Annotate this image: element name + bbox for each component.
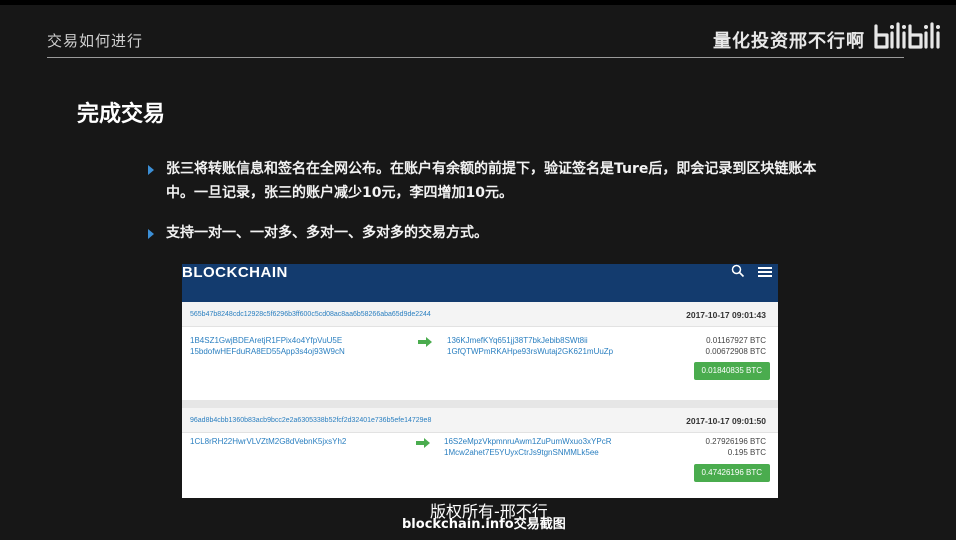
top-black-bar	[0, 0, 956, 5]
bullet-arrow-icon	[148, 229, 154, 239]
transaction-card: 565b47b8248cdc12928c5f6296b3ff600c5cd08a…	[182, 302, 778, 408]
transaction-hash-link[interactable]: 565b47b8248cdc12928c5f6296b3ff600c5cd08a…	[190, 311, 431, 318]
arrow-right-icon	[416, 438, 430, 448]
bullet-text: 张三将转账信息和签名在全网公布。在账户有余额的前提下，验证签名是Ture后，即会…	[166, 161, 817, 201]
output-amount: 0.01167927 BTC	[706, 336, 766, 345]
header-divider	[47, 57, 904, 58]
output-amount: 0.00672908 BTC	[705, 347, 767, 356]
bullet-item: 张三将转账信息和签名在全网公布。在账户有余额的前提下，验证签名是Ture后，即会…	[148, 157, 828, 207]
hamburger-menu-icon[interactable]	[758, 267, 772, 278]
screenshot-caption: blockchain.info交易截图	[402, 517, 566, 532]
total-amount-button[interactable]: 0.01840835 BTC	[693, 362, 770, 380]
section-title: 交易如何进行	[47, 32, 144, 50]
input-address-link[interactable]: 1B4SZ1GwjBDEAretjR1FPix4o4YfpVuU5E	[190, 335, 342, 346]
blockchain-screenshot: BLOCKCHAIN 565b47b8248cdc12928c5f6296b3f…	[182, 264, 778, 498]
input-address-link[interactable]: 15bdofwHEFduRA8ED55App3s4oj93W9cN	[190, 346, 345, 357]
input-address-link[interactable]: 1CL8rRH22HwrVLVZtM2G8dVebnK5jxsYh2	[190, 436, 346, 447]
transaction-time: 2017-10-17 09:01:43	[686, 310, 766, 320]
bilibili-logo	[874, 22, 940, 49]
output-address-link[interactable]: 16S2eMpzVkpmnruAwm1ZuPumWxuo3xYPcR	[444, 436, 611, 447]
total-amount-button[interactable]: 0.47426196 BTC	[693, 464, 770, 482]
output-address-link[interactable]: 136KJmefKYq651jj38T7bkJebib8SWt8ii	[447, 335, 588, 346]
blockchain-navbar: BLOCKCHAIN	[182, 264, 778, 302]
arrow-right-icon	[418, 337, 432, 347]
output-address-link[interactable]: 1GfQTWPmRKAHpe93rsWutaj2GK621mUuZp	[447, 346, 613, 357]
search-icon[interactable]	[731, 264, 745, 278]
transaction-separator	[182, 400, 778, 408]
channel-name: 量化投资邢不行啊	[713, 31, 865, 52]
transaction-card: 96ad8b4cbb1360b83acb9bcc2e2a6305338b52fc…	[182, 408, 778, 498]
bullet-arrow-icon	[148, 165, 154, 175]
blockchain-logo: BLOCKCHAIN	[182, 264, 288, 281]
output-amount: 0.195 BTC	[727, 448, 766, 457]
transaction-time: 2017-10-17 09:01:50	[686, 416, 766, 426]
transaction-hash-link[interactable]: 96ad8b4cbb1360b83acb9bcc2e2a6305338b52fc…	[190, 417, 431, 424]
output-amount: 0.27926196 BTC	[705, 437, 767, 446]
page-title: 完成交易	[77, 102, 166, 127]
transaction-header: 96ad8b4cbb1360b83acb9bcc2e2a6305338b52fc…	[182, 408, 778, 433]
output-address-link[interactable]: 1Mcw2ahet7E5YUyxCtrJs9tgnSNMMLk5ee	[444, 447, 599, 458]
bullet-text: 支持一对一、一对多、多对一、多对多的交易方式。	[166, 225, 488, 241]
transaction-header: 565b47b8248cdc12928c5f6296b3ff600c5cd08a…	[182, 302, 778, 327]
bullet-item: 支持一对一、一对多、多对一、多对多的交易方式。	[148, 221, 648, 245]
slide: 交易如何进行 量化投资邢不行啊 完成交易 张三将转账信息和签名在全网公布。在账户…	[0, 0, 956, 540]
